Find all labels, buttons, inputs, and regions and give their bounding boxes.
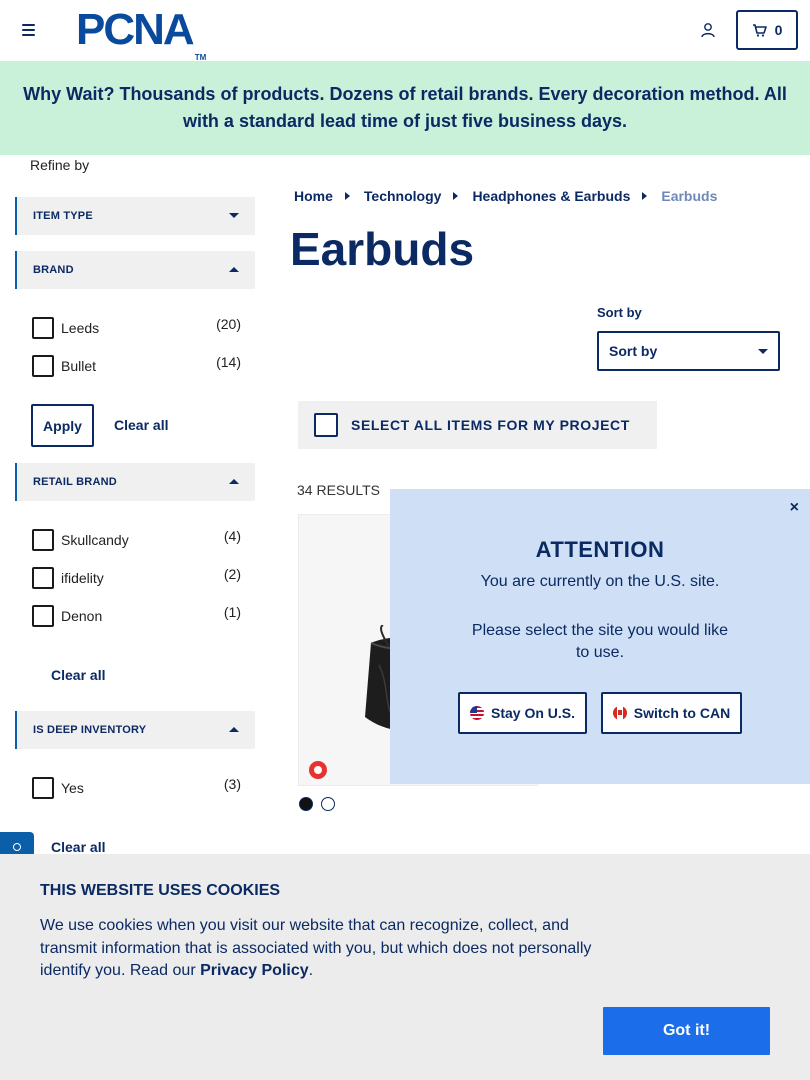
site-header: PCNATM 0: [0, 0, 810, 63]
sort-selected-value: Sort by: [609, 343, 658, 359]
pcna-logo[interactable]: PCNATM: [76, 8, 206, 63]
cookie-title: THIS WEBSITE USES COOKIES: [40, 882, 281, 899]
retail-option-denon[interactable]: Denon (1): [32, 604, 242, 628]
brand-option-leeds[interactable]: Leeds (20): [32, 316, 242, 340]
option-label: ifidelity: [61, 570, 104, 586]
facet-deep-inventory[interactable]: IS DEEP INVENTORY: [15, 711, 255, 749]
checkbox[interactable]: [32, 529, 54, 551]
breadcrumb-current: Earbuds: [661, 188, 718, 204]
facet-item-type-label: ITEM TYPE: [33, 210, 93, 222]
us-flag-icon: [469, 706, 484, 720]
account-icon[interactable]: [700, 22, 716, 38]
modal-current-site-text: You are currently on the U.S. site.: [480, 573, 720, 590]
option-label: Yes: [61, 780, 84, 796]
cookie-period: .: [308, 962, 314, 979]
canada-flag-icon: [612, 706, 627, 720]
chevron-up-icon: [229, 267, 239, 272]
deep-inventory-clear-all-link[interactable]: Clear all: [51, 839, 105, 855]
chevron-up-icon: [229, 479, 239, 484]
retail-option-skullcandy[interactable]: Skullcandy (4): [32, 528, 242, 552]
option-count: (14): [216, 354, 241, 370]
cookie-banner: THIS WEBSITE USES COOKIES We use cookies…: [0, 854, 810, 1080]
option-count: (3): [223, 776, 241, 792]
checkbox[interactable]: [32, 355, 54, 377]
logo-text: PCNA: [76, 5, 195, 54]
facet-brand-label: BRAND: [33, 264, 74, 276]
color-swatch-white[interactable]: [321, 797, 335, 811]
refine-label: Refine by: [30, 157, 90, 173]
breadcrumb-headphones[interactable]: Headphones & Earbuds: [472, 188, 630, 204]
stay-us-button[interactable]: Stay On U.S.: [458, 692, 587, 734]
checkbox[interactable]: [32, 567, 54, 589]
stay-us-label: Stay On U.S.: [490, 705, 576, 721]
option-count: (20): [216, 316, 241, 332]
breadcrumb-arrow-icon: [344, 192, 350, 200]
switch-can-label: Switch to CAN: [633, 705, 731, 721]
promo-text: Why Wait? Thousands of products. Dozens …: [23, 84, 787, 131]
facet-retail-brand-label: RETAIL BRAND: [33, 476, 117, 488]
option-count: (1): [223, 604, 241, 620]
select-all-bar[interactable]: SELECT ALL ITEMS FOR MY PROJECT: [298, 401, 657, 449]
deep-inventory-option-yes[interactable]: Yes (3): [32, 776, 242, 800]
checkbox[interactable]: [32, 777, 54, 799]
option-label: Bullet: [61, 358, 97, 374]
breadcrumb-technology[interactable]: Technology: [364, 188, 442, 204]
breadcrumb: Home Technology Headphones & Earbuds Ear…: [294, 188, 717, 204]
apply-button[interactable]: Apply: [31, 404, 94, 447]
option-count: (2): [223, 566, 241, 582]
cookie-text: We use cookies when you visit our websit…: [40, 915, 610, 983]
option-label: Leeds: [61, 320, 100, 336]
option-label: Skullcandy: [61, 532, 129, 548]
retail-option-ifidelity[interactable]: ifidelity (2): [32, 566, 242, 590]
page-title: Earbuds: [290, 223, 475, 275]
menu-icon[interactable]: [22, 24, 35, 36]
close-icon[interactable]: ×: [790, 499, 799, 517]
cart-count: 0: [774, 22, 783, 38]
select-all-checkbox[interactable]: [314, 413, 338, 437]
checkbox[interactable]: [32, 317, 54, 339]
region-modal: × ATTENTION You are currently on the U.S…: [390, 489, 810, 784]
facet-item-type[interactable]: ITEM TYPE: [15, 197, 255, 235]
promo-banner: Why Wait? Thousands of products. Dozens …: [0, 61, 810, 155]
option-count: (4): [223, 528, 241, 544]
accept-cookies-button[interactable]: Got it!: [603, 1007, 770, 1055]
color-swatch-black[interactable]: [299, 797, 313, 811]
brand-option-bullet[interactable]: Bullet (14): [32, 354, 242, 378]
brand-badge-icon: [309, 761, 327, 779]
chevron-down-icon: [758, 349, 768, 354]
feedback-icon: [13, 843, 21, 851]
select-all-label: SELECT ALL ITEMS FOR MY PROJECT: [351, 417, 630, 433]
cart-icon: [752, 23, 767, 37]
modal-title: ATTENTION: [535, 537, 665, 562]
facet-brand[interactable]: BRAND: [15, 251, 255, 289]
chevron-up-icon: [229, 727, 239, 732]
brand-clear-all-link[interactable]: Clear all: [114, 417, 168, 433]
cart-button[interactable]: 0: [736, 10, 798, 50]
breadcrumb-arrow-icon: [453, 192, 459, 200]
sort-select[interactable]: Sort by: [597, 331, 780, 371]
sort-label: Sort by: [597, 305, 642, 320]
option-label: Denon: [61, 608, 103, 624]
retail-clear-all-link[interactable]: Clear all: [51, 667, 105, 683]
checkbox[interactable]: [32, 605, 54, 627]
facet-deep-inventory-label: IS DEEP INVENTORY: [33, 724, 147, 736]
cookie-body: We use cookies when you visit our websit…: [40, 917, 592, 979]
breadcrumb-home[interactable]: Home: [294, 188, 333, 204]
modal-select-site-text: Please select the site you would like to…: [471, 622, 729, 661]
chevron-down-icon: [229, 213, 239, 218]
privacy-policy-link[interactable]: Privacy Policy: [200, 962, 309, 979]
breadcrumb-arrow-icon: [642, 192, 648, 200]
switch-can-button[interactable]: Switch to CAN: [601, 692, 742, 734]
facet-retail-brand[interactable]: RETAIL BRAND: [15, 463, 255, 501]
results-count: 34 RESULTS: [297, 482, 380, 498]
